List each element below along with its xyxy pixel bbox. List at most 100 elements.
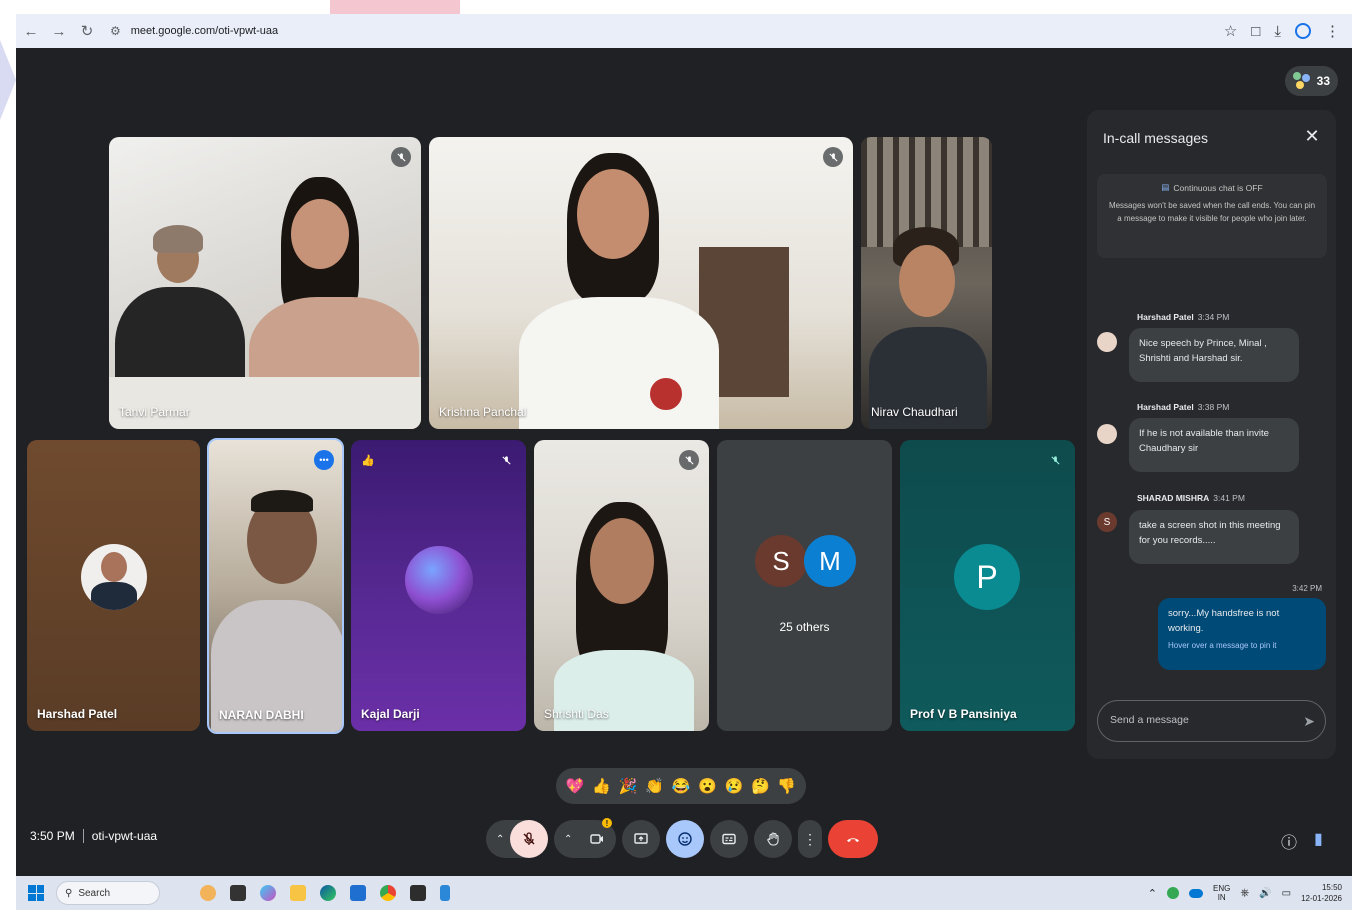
participant-name: Harshad Patel [37,707,118,721]
browser-menu-icon[interactable]: ⋮ [1325,22,1340,40]
reactions-button[interactable] [666,820,704,858]
more-options-button[interactable]: ⋮ [798,820,822,858]
others-avatar-s: S [755,535,807,587]
bookmark-star-icon[interactable]: ☆ [1224,22,1237,40]
video-tile-others[interactable]: S M 25 others [717,440,892,731]
decorative-frame-top [330,0,460,14]
own-message-text: sorry...My handsfree is not working. [1168,608,1280,634]
camera-toggle-button[interactable]: ! [578,818,616,858]
present-screen-button[interactable] [622,820,660,858]
battery-icon[interactable]: ▭ [1282,888,1291,899]
chevron-up-icon: ⌃ [496,833,505,845]
video-tile-nirav[interactable]: Nirav Chaudhari [861,137,992,429]
task-view-icon[interactable] [230,885,246,901]
chevron-up-icon[interactable]: ⌃ [1148,887,1157,900]
video-tile-prof[interactable]: P Prof V B Pansiniya [900,440,1075,731]
chat-notice: ▤ Continuous chat is OFF Messages won't … [1097,174,1327,258]
video-tile-harshad[interactable]: Harshad Patel [27,440,200,731]
chat-panel-title: In-call messages [1103,130,1209,146]
camera-icon [590,834,603,844]
participant-name: Krishna Panchal [439,405,527,419]
video-tile-krishna[interactable]: Krishna Panchal [429,137,853,429]
reaction-laugh[interactable]: 😂 [672,777,691,795]
language-indicator[interactable]: ENG IN [1213,884,1230,902]
mic-off-icon [679,450,699,470]
leave-call-button[interactable] [828,820,878,858]
edge-icon[interactable] [320,885,336,901]
chat-toggle-icon[interactable]: ▮ [1314,829,1323,849]
mic-off-icon [523,832,535,845]
chat-icon: ▤ [1161,182,1170,192]
widgets-icon[interactable] [200,885,216,901]
video-tile-naran[interactable]: ••• NARAN DABHI [207,438,344,734]
desk [109,377,421,429]
chat-notice-title: ▤ Continuous chat is OFF [1161,182,1263,193]
system-tray: ⌃ ENG IN ⎈ 🔊 ▭ 15:50 12-01-2026 [1148,876,1342,910]
back-icon[interactable]: ← [18,18,44,44]
reaction-thumbs-up[interactable]: 👍 [592,777,611,795]
more-vert-icon: ⋮ [803,830,817,847]
clock[interactable]: 15:50 12-01-2026 [1301,882,1342,904]
pin-hint: Hover over a message to pin it [1168,641,1277,650]
site-settings-icon[interactable]: ⚙ [110,24,121,38]
message-input[interactable]: Send a message ➤ [1097,700,1326,742]
browser-actions: ☆ □ ⤓ ⋮ [1224,14,1340,48]
onedrive-icon[interactable] [1189,888,1204,898]
mic-toggle-button[interactable] [510,820,548,858]
send-icon[interactable]: ➤ [1303,713,1315,730]
extensions-icon[interactable]: □ [1251,23,1260,40]
participant-name: Tanvi Parmar [119,405,190,419]
reaction-surprised[interactable]: 😮 [698,777,717,795]
mic-off-icon [1045,450,1065,470]
forward-icon[interactable]: → [46,18,72,44]
tray-app-icon[interactable] [1167,887,1180,899]
raise-hand-button[interactable] [754,820,792,858]
chat-panel: In-call messages ✕ ▤ Continuous chat is … [1087,110,1336,759]
reaction-sad[interactable]: 😢 [725,777,744,795]
windows-start-icon[interactable] [28,885,44,901]
reaction-thumbs-down[interactable]: 👎 [777,777,796,795]
participant-name: NARAN DABHI [219,708,304,722]
others-avatar-m: M [804,535,856,587]
reaction-party[interactable]: 🎉 [619,777,638,795]
copilot-icon[interactable] [260,885,276,901]
chevron-up-icon: ⌃ [564,833,573,845]
wifi-icon[interactable]: ⎈ [1240,887,1249,900]
store-icon[interactable] [350,885,366,901]
reaction-thinking[interactable]: 🤔 [751,777,770,795]
taskbar-search[interactable]: ⚲ Search [56,881,160,905]
speaking-indicator-icon: ••• [314,450,334,470]
message-meta: Harshad Patel 3:34 PM [1137,312,1230,322]
reaction-clap[interactable]: 👏 [645,777,664,795]
message-input-placeholder: Send a message [1110,714,1189,726]
url-text[interactable]: meet.google.com/oti-vpwt-uaa [131,25,278,37]
participants-button[interactable]: 33 [1284,66,1338,96]
participant-figure [899,245,955,317]
own-message-time: 3:42 PM [1292,584,1322,593]
volume-icon[interactable]: 🔊 [1259,888,1271,899]
close-icon[interactable]: ✕ [1302,126,1322,146]
video-tile-kajal[interactable]: 👍 Kajal Darji [351,440,526,731]
own-message-bubble[interactable]: sorry...My handsfree is not working. Hov… [1158,598,1326,670]
terminal-icon[interactable] [410,885,426,901]
sender-avatar [1097,424,1117,444]
reload-icon[interactable]: ↻ [74,18,100,44]
profile-icon[interactable] [1295,23,1311,39]
meeting-time: 3:50 PM [30,829,75,843]
video-tile-tanvi[interactable]: Tanvi Parmar [109,137,421,429]
participant-name: Prof V B Pansiniya [910,707,1017,721]
mic-off-icon [823,147,843,167]
address-bar[interactable]: ⚙ meet.google.com/oti-vpwt-uaa [110,24,278,38]
reaction-heart[interactable]: 💖 [566,777,585,795]
participant-name: Nirav Chaudhari [871,405,958,419]
uniform-emblem [647,375,685,413]
download-icon[interactable]: ⤓ [1274,23,1281,40]
captions-button[interactable] [710,820,748,858]
notepad-icon[interactable] [440,885,450,901]
meeting-info: 3:50 PM oti-vpwt-uaa [30,829,157,843]
sender-avatar [1097,332,1117,352]
meeting-details-icon[interactable]: ⓘ [1281,829,1297,853]
chrome-icon[interactable] [380,885,396,901]
file-explorer-icon[interactable] [290,885,306,901]
video-tile-shrishti[interactable]: Shrishti Das [534,440,709,731]
